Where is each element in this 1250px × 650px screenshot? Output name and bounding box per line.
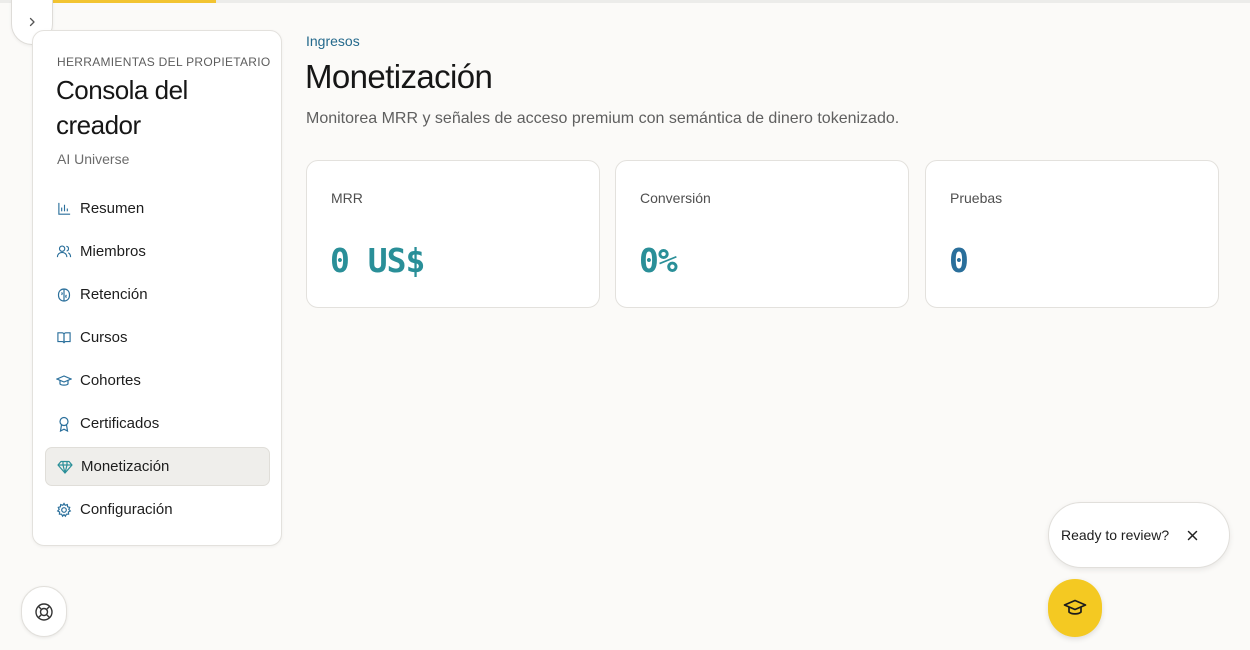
bar-chart-icon [56,201,72,217]
sidebar-item-resumen[interactable]: Resumen [45,189,270,228]
users-icon [56,244,72,260]
brain-icon [56,287,72,303]
sidebar-item-label: Monetización [81,458,170,475]
metric-card-conversion: Conversión 0% [615,160,909,308]
gem-icon [57,459,73,475]
sidebar-item-retencion[interactable]: Retención [45,275,270,314]
life-buoy-icon [35,602,53,621]
sidebar-item-label: Retención [80,286,148,303]
sidebar-subtitle: AI Universe [57,151,130,167]
help-button[interactable] [21,586,67,637]
sidebar-item-label: Miembros [80,243,146,260]
metric-card-pruebas: Pruebas 0 [925,160,1219,308]
metric-value: 0 [949,241,969,280]
metric-value: 0 US$ [330,241,425,280]
metric-card-mrr: MRR 0 US$ [306,160,600,308]
sidebar-item-cursos[interactable]: Cursos [45,318,270,357]
review-prompt[interactable]: Ready to review? [1048,502,1230,568]
metric-value: 0% [639,241,678,280]
sidebar-title: Consola del creador [56,75,188,140]
sidebar-item-certificados[interactable]: Certificados [45,404,270,443]
section-eyebrow: Ingresos [306,33,360,49]
metric-label: Pruebas [950,190,1003,206]
sidebar: HERRAMIENTAS DEL PROPIETARIO Consola del… [32,30,282,546]
close-icon[interactable] [1185,528,1199,542]
sidebar-item-label: Certificados [80,415,160,432]
top-progress-track [0,0,1250,3]
award-icon [56,416,72,432]
metric-label: Conversión [640,190,711,206]
sidebar-nav: Resumen Miembros Retención Cursos Cohort… [45,189,270,533]
sidebar-item-label: Cohortes [80,372,141,389]
graduation-cap-icon [56,373,72,389]
sidebar-item-configuracion[interactable]: Configuración [45,490,270,529]
sidebar-item-label: Configuración [80,501,173,518]
page-description: Monitorea MRR y señales de acceso premiu… [306,110,900,127]
sidebar-kicker: HERRAMIENTAS DEL PROPIETARIO [57,55,271,69]
gear-icon [56,501,72,518]
review-prompt-text: Ready to review? [1061,527,1170,543]
sidebar-item-label: Resumen [80,200,145,217]
page-title: Monetización [305,58,493,95]
chevron-right-icon [29,17,35,27]
sidebar-item-cohortes[interactable]: Cohortes [45,361,270,400]
sidebar-item-label: Cursos [80,329,128,346]
sidebar-item-miembros[interactable]: Miembros [45,232,270,271]
graduation-cap-icon [1063,599,1087,615]
sidebar-item-monetizacion[interactable]: Monetización [45,447,270,486]
learning-assistant-button[interactable] [1048,579,1102,637]
metric-label: MRR [331,190,363,206]
book-open-icon [56,330,72,346]
